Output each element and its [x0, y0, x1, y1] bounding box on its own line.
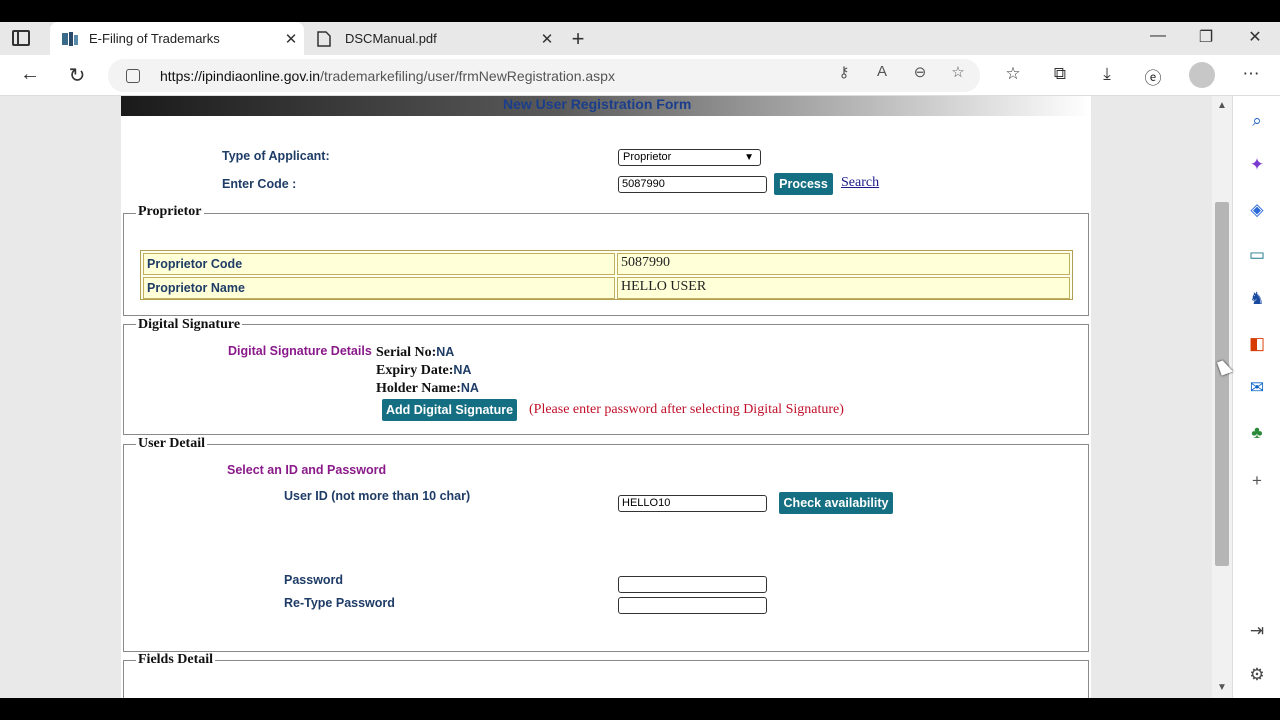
- password-note: (Please enter password after selecting D…: [529, 402, 844, 417]
- process-button[interactable]: Process: [774, 173, 833, 195]
- proprietor-table: Proprietor Code 5087990 Proprietor Name …: [140, 250, 1073, 300]
- edge-sidebar: ⌕ ✦ ◈ ▭ ♞ ◧ ✉ ♣ + ⇥ ⚙: [1232, 96, 1280, 698]
- scrollbar-thumb[interactable]: [1215, 202, 1229, 566]
- copilot-icon[interactable]: ✦: [1245, 153, 1269, 177]
- back-icon[interactable]: ←: [17, 63, 43, 86]
- retype-password-label: Re-Type Password: [284, 596, 395, 610]
- office-icon[interactable]: ◧: [1245, 332, 1269, 356]
- screen-top-border: [0, 0, 1280, 22]
- table-row-value: HELLO USER: [617, 277, 1070, 299]
- page-viewport: New User Registration Form Type of Appli…: [0, 96, 1232, 698]
- fields-detail-fieldset: [123, 660, 1089, 698]
- read-aloud-icon[interactable]: A: [872, 63, 892, 80]
- zoom-out-icon[interactable]: ⊖: [910, 63, 930, 81]
- lock-icon[interactable]: [126, 68, 140, 83]
- dsc-details-label: Digital Signature Details: [228, 344, 372, 358]
- more-menu-icon[interactable]: ⋯: [1239, 64, 1263, 84]
- tab-dscmanual[interactable]: DSCManual.pdf ✕: [306, 22, 560, 55]
- minimize-button[interactable]: —: [1143, 27, 1173, 45]
- user-id-input[interactable]: HELLO10: [618, 495, 767, 512]
- search-icon[interactable]: ⌕: [1245, 109, 1269, 133]
- trademark-favicon-icon: [61, 31, 79, 47]
- password-input[interactable]: [618, 576, 767, 593]
- password-label: Password: [284, 573, 344, 587]
- digital-signature-fieldset: [123, 324, 1089, 435]
- fields-detail-legend: Fields Detail: [136, 652, 216, 668]
- refresh-icon[interactable]: ↻: [64, 63, 90, 88]
- new-tab-button[interactable]: +: [566, 26, 590, 52]
- tab-title: E-Filing of Trademarks: [89, 31, 220, 46]
- registration-page: New User Registration Form Type of Appli…: [121, 96, 1091, 698]
- tree-icon[interactable]: ♣: [1245, 421, 1269, 445]
- serial-no: Serial No:NA: [376, 345, 455, 360]
- close-tab-icon[interactable]: ✕: [278, 30, 304, 48]
- hide-sidebar-icon[interactable]: ⇥: [1245, 619, 1269, 643]
- tools-briefcase-icon[interactable]: ▭: [1245, 243, 1269, 267]
- tab-title: DSCManual.pdf: [345, 31, 437, 46]
- table-row-label: Proprietor Name: [143, 277, 615, 299]
- close-tab-icon[interactable]: ✕: [534, 30, 560, 48]
- table-row-value: 5087990: [617, 253, 1070, 275]
- games-chess-icon[interactable]: ♞: [1245, 287, 1269, 311]
- retype-password-input[interactable]: [618, 597, 767, 614]
- downloads-icon[interactable]: ⤓: [1095, 64, 1119, 84]
- screen-bottom-border: [0, 698, 1280, 720]
- url-text: https://ipindiaonline.gov.in/trademarkef…: [160, 67, 615, 84]
- add-digital-signature-button[interactable]: Add Digital Signature: [382, 399, 517, 421]
- toolbar: ← ↻ https://ipindiaonline.gov.in/tradema…: [0, 55, 1280, 96]
- user-id-label: User ID (not more than 10 char): [284, 489, 471, 503]
- restore-button[interactable]: ❐: [1191, 27, 1221, 47]
- scroll-up-icon[interactable]: ▲: [1217, 100, 1227, 111]
- holder-name: Holder Name:NA: [376, 381, 479, 396]
- outlook-icon[interactable]: ✉: [1245, 376, 1269, 400]
- shopping-tag-icon[interactable]: ◈: [1245, 198, 1269, 222]
- digital-signature-legend: Digital Signature: [136, 317, 243, 333]
- close-window-button[interactable]: ✕: [1240, 27, 1270, 47]
- code-input[interactable]: 5087990: [618, 176, 767, 193]
- scroll-down-icon[interactable]: ▼: [1217, 682, 1227, 693]
- check-availability-button[interactable]: Check availability: [779, 492, 893, 514]
- chevron-down-icon: ▼: [744, 152, 754, 163]
- enter-code-label: Enter Code :: [222, 177, 297, 191]
- profile-avatar[interactable]: [1189, 62, 1215, 88]
- collections-icon[interactable]: ⧉: [1048, 64, 1072, 84]
- user-detail-legend: User Detail: [136, 436, 207, 452]
- search-link[interactable]: Search: [841, 175, 879, 191]
- tab-actions-icon[interactable]: [12, 30, 30, 46]
- applicant-type-select[interactable]: Proprietor ▼: [618, 149, 761, 166]
- favorites-icon[interactable]: ☆: [1001, 64, 1025, 84]
- add-sidebar-app-icon[interactable]: +: [1245, 469, 1269, 493]
- add-favorite-icon[interactable]: ☆: [948, 63, 968, 81]
- settings-gear-icon[interactable]: ⚙: [1245, 663, 1269, 687]
- type-of-applicant-label: Type of Applicant:: [222, 149, 330, 163]
- key-icon[interactable]: ⚷: [834, 63, 854, 81]
- page-scrollbar[interactable]: ▲ ▼: [1212, 96, 1232, 698]
- tab-strip: E-Filing of Trademarks ✕ DSCManual.pdf ✕…: [0, 22, 1280, 55]
- select-id-heading: Select an ID and Password: [227, 463, 387, 477]
- edge-bar-icon[interactable]: ⓔ: [1141, 64, 1165, 89]
- document-icon: [317, 30, 335, 47]
- expiry-date: Expiry Date:NA: [376, 363, 472, 378]
- table-row-label: Proprietor Code: [143, 253, 615, 275]
- tab-efiling[interactable]: E-Filing of Trademarks ✕: [50, 22, 304, 55]
- form-title: New User Registration Form: [503, 96, 692, 112]
- form-header: New User Registration Form: [121, 96, 1091, 116]
- proprietor-legend: Proprietor: [136, 204, 204, 220]
